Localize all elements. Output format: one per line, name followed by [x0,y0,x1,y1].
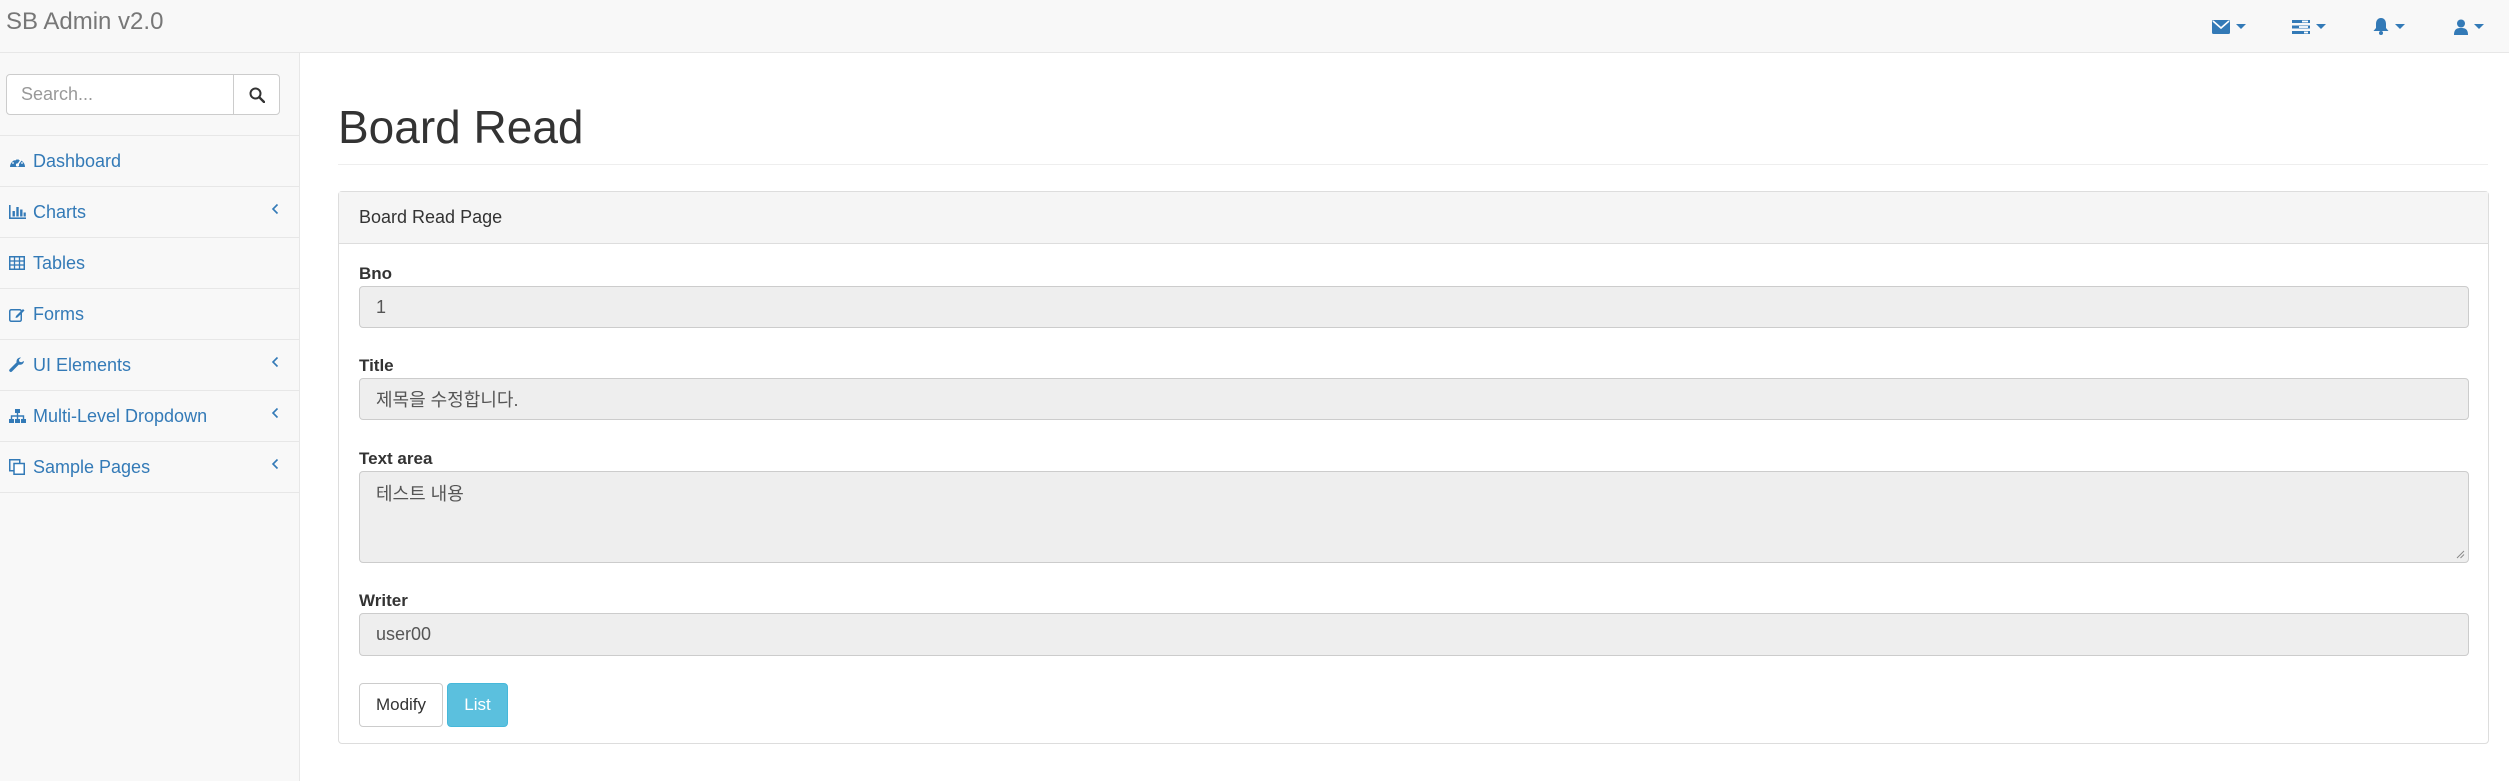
sidebar-item-ui-elements[interactable]: UI Elements [0,340,299,391]
sidebar-item-sample-pages[interactable]: Sample Pages [0,442,299,493]
tasks-dropdown[interactable] [2269,0,2349,53]
brand[interactable]: SB Admin v2.0 [6,8,163,36]
resize-grip-icon[interactable] [2456,550,2465,559]
caret-down-icon [2395,24,2405,29]
content-text: 테스트 내용 [376,484,464,504]
edit-icon [8,305,26,323]
sidebar-item-label: Multi-Level Dropdown [33,405,208,426]
sidebar-item-charts[interactable]: Charts [0,187,299,238]
sidebar-item-dashboard[interactable]: Dashboard [0,136,299,187]
bno-field[interactable]: 1 [359,286,2469,328]
bar-chart-icon [8,203,26,221]
title-divider [338,164,2488,165]
sidebar-item-label: Dashboard [33,150,122,171]
files-icon [8,458,26,476]
search-icon [249,87,265,103]
content-textarea[interactable]: 테스트 내용 [359,471,2469,563]
sidebar-item-label: Charts [33,201,87,222]
chevron-left-icon [271,407,279,419]
list-button[interactable]: List [447,683,508,727]
sidebar-item-multi-level-dropdown[interactable]: Multi-Level Dropdown [0,391,299,442]
top-navbar: SB Admin v2.0 [0,0,2509,53]
page-wrapper: Board Read Board Read Page Bno 1 Title 제… [300,53,2509,781]
title-field[interactable]: 제목을 수정합니다. [359,378,2469,420]
modify-button[interactable]: Modify [359,683,443,727]
table-icon [8,254,26,272]
chevron-left-icon [271,458,279,470]
chevron-left-icon [271,203,279,215]
sidebar-item-label: UI Elements [33,354,132,375]
textarea-label: Text area [359,449,433,468]
writer-label: Writer [359,591,408,610]
envelope-icon [2212,19,2230,34]
title-label: Title [359,356,394,375]
caret-down-icon [2316,24,2326,29]
tasks-icon [2292,19,2310,34]
sidebar-item-label: Forms [33,303,84,324]
bno-label: Bno [359,264,393,283]
board-read-panel: Board Read Page Bno 1 Title 제목을 수정합니다. T… [338,191,2489,744]
search-input[interactable] [6,74,234,115]
page-title: Board Read [338,101,584,153]
top-links [2189,0,2509,53]
sidebar-item-label: Sample Pages [33,456,151,477]
sidebar: Dashboard Charts [0,53,300,781]
user-icon [2454,19,2468,35]
sidebar-item-tables[interactable]: Tables [0,238,299,289]
sidebar-search [0,53,299,136]
wrench-icon [8,356,26,374]
user-dropdown[interactable] [2429,0,2509,53]
sidebar-item-forms[interactable]: Forms [0,289,299,340]
chevron-left-icon [271,356,279,368]
messages-dropdown[interactable] [2189,0,2269,53]
caret-down-icon [2236,24,2246,29]
dashboard-icon [8,152,26,170]
sitemap-icon [8,407,26,425]
panel-heading: Board Read Page [339,192,2488,244]
caret-down-icon [2474,24,2484,29]
bell-icon [2373,18,2389,35]
writer-field[interactable]: user00 [359,613,2469,656]
sidebar-item-label: Tables [33,252,86,273]
search-button[interactable] [233,74,280,115]
alerts-dropdown[interactable] [2349,0,2429,53]
